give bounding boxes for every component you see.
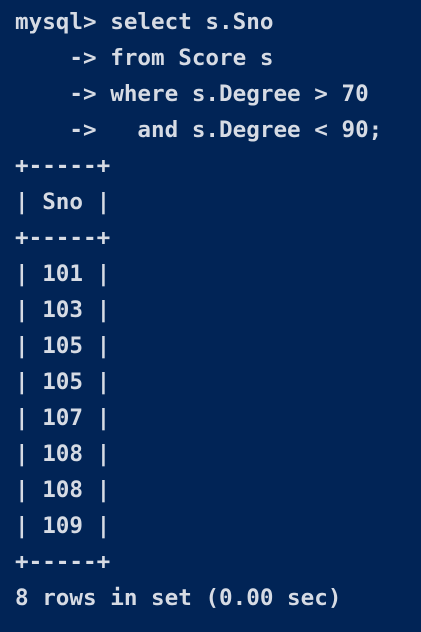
query-continuation-line: -> from Score s bbox=[15, 45, 274, 71]
table-header-row: | Sno | bbox=[15, 189, 111, 215]
query-continuation-line: -> and s.Degree < 90; bbox=[15, 117, 383, 143]
result-summary: 8 rows in set (0.00 sec) bbox=[15, 585, 342, 611]
table-border: +-----+ bbox=[15, 549, 111, 575]
table-row: | 107 | bbox=[15, 405, 111, 431]
table-row: | 101 | bbox=[15, 261, 111, 287]
table-row: | 105 | bbox=[15, 333, 111, 359]
table-row: | 105 | bbox=[15, 369, 111, 395]
query-continuation-line: -> where s.Degree > 70 bbox=[15, 81, 369, 107]
table-border: +-----+ bbox=[15, 225, 111, 251]
table-row: | 109 | bbox=[15, 513, 111, 539]
table-border: +-----+ bbox=[15, 153, 111, 179]
table-row: | 108 | bbox=[15, 477, 111, 503]
table-row: | 108 | bbox=[15, 441, 111, 467]
query-prompt-line: mysql> select s.Sno bbox=[15, 9, 274, 35]
mysql-console[interactable]: mysql> select s.Sno -> from Score s -> w… bbox=[0, 0, 421, 632]
table-row: | 103 | bbox=[15, 297, 111, 323]
